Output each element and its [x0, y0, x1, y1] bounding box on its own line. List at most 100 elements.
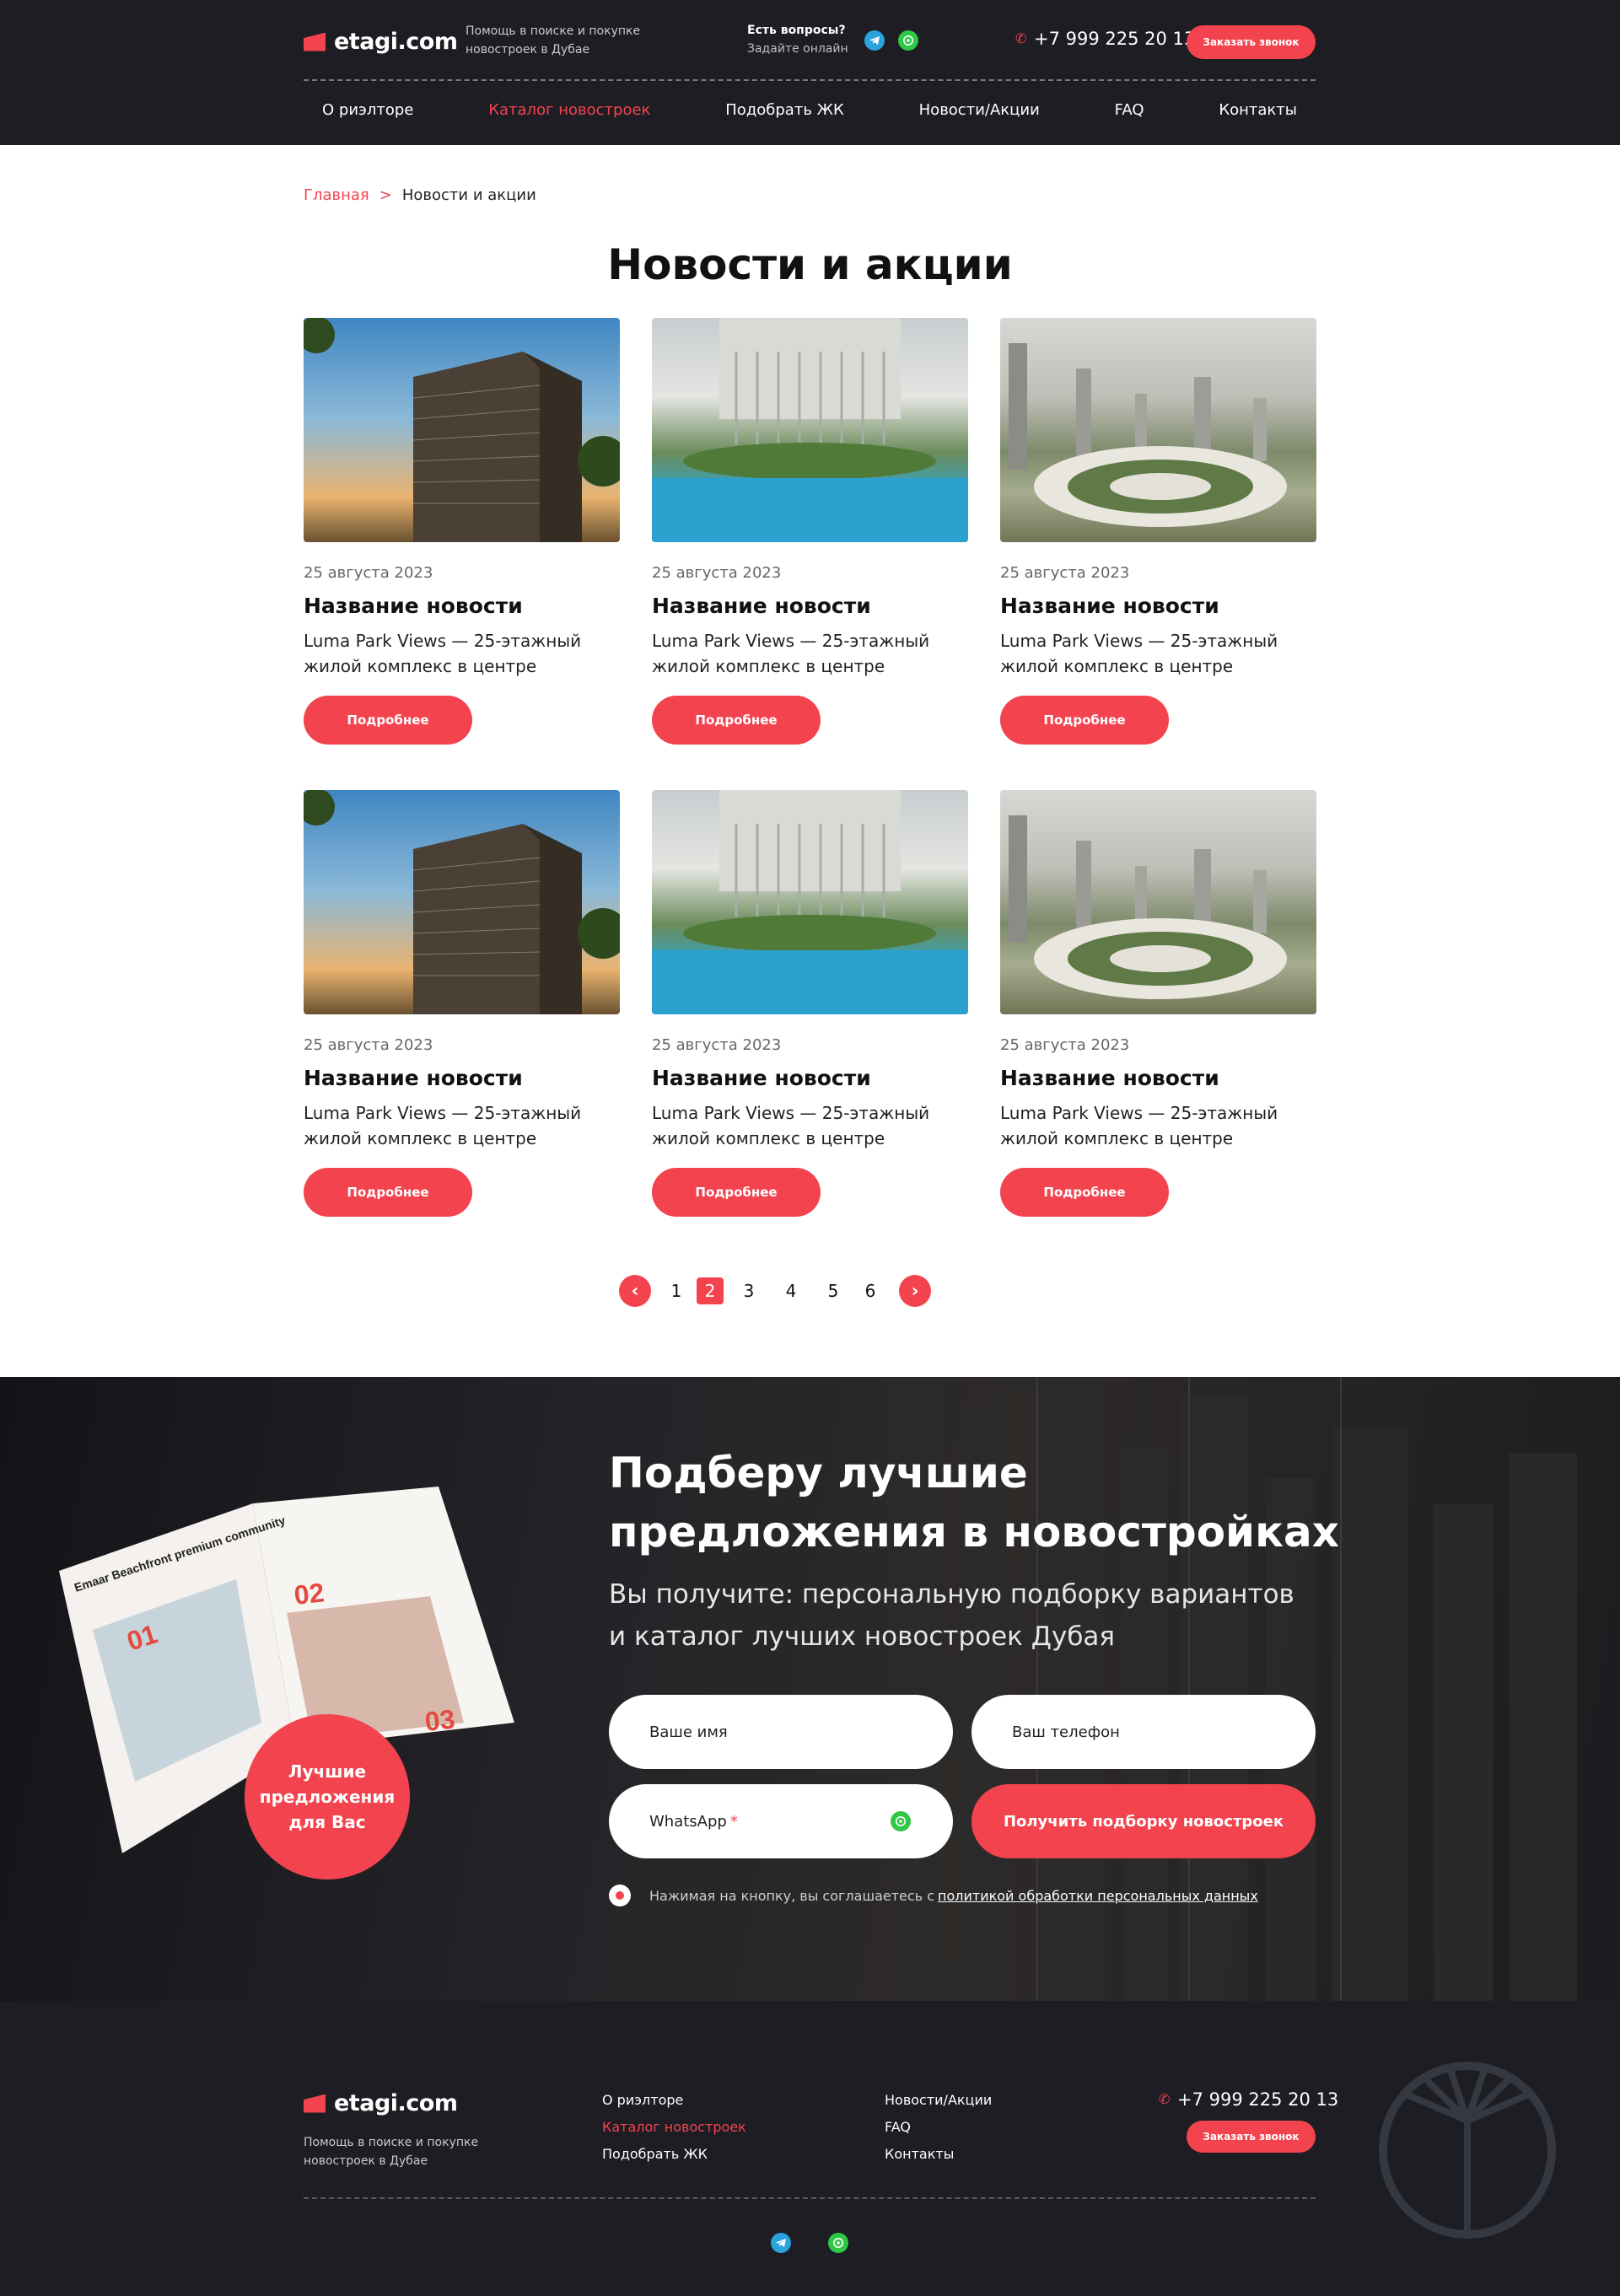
news-card: 25 августа 2023 Название новости Luma Pa… [304, 790, 620, 1217]
footer-link-news[interactable]: Новости/Акции [885, 2087, 992, 2114]
nav-item-faq[interactable]: FAQ [1115, 101, 1144, 119]
phone-number: +7 999 225 20 13 [1177, 2089, 1339, 2110]
footer-nav-col-1: О риэлторе Каталог новостроек Подобрать … [602, 2087, 746, 2168]
more-button[interactable]: Подробнее [304, 1168, 472, 1217]
footer-nav-col-2: Новости/Акции FAQ Контакты [885, 2087, 992, 2168]
tagline-line-2: новостроек в Дубае [304, 2154, 428, 2168]
news-date: 25 августа 2023 [652, 1036, 782, 1054]
nav-item-realtor[interactable]: О риэлторе [322, 101, 413, 119]
consent-radio[interactable] [609, 1885, 631, 1906]
breadcrumb-home[interactable]: Главная [304, 186, 369, 204]
footer-link-realtor[interactable]: О риэлторе [602, 2087, 746, 2114]
badge-line: для Вас [288, 1812, 366, 1832]
news-image[interactable] [304, 318, 620, 542]
tagline-line-2: новостроек в Дубае [466, 43, 590, 56]
nav-item-catalog[interactable]: Каталог новостроек [488, 101, 650, 119]
breadcrumb-current: Новости и акции [401, 186, 536, 204]
questions-subtitle: Задайте онлайн [747, 42, 848, 56]
news-desc-line: Luma Park Views — 25-этажный [652, 1103, 930, 1123]
news-image[interactable] [1000, 790, 1316, 1014]
questions-title: Есть вопросы? [747, 24, 846, 37]
news-title[interactable]: Название новости [1000, 1066, 1316, 1090]
get-selection-button[interactable]: Получить подборку новостроек [971, 1784, 1316, 1858]
news-card: 25 августа 2023 Название новости Luma Pa… [304, 318, 620, 745]
news-title[interactable]: Название новости [1000, 594, 1316, 618]
news-desc-line: Luma Park Views — 25-этажный [304, 1103, 582, 1123]
news-description: Luma Park Views — 25-этажный жилой компл… [652, 628, 968, 679]
whatsapp-icon[interactable] [898, 30, 918, 51]
footer-link-select[interactable]: Подобрать ЖК [602, 2141, 746, 2168]
news-desc-line: Luma Park Views — 25-этажный [304, 631, 582, 651]
news-image[interactable] [1000, 318, 1316, 542]
news-date: 25 августа 2023 [304, 564, 433, 582]
magazine-number: 02 [293, 1577, 326, 1610]
nav-item-select[interactable]: Подобрать ЖК [725, 101, 844, 119]
name-input[interactable]: Ваше имя [609, 1695, 953, 1769]
page-link-current[interactable]: 2 [697, 1277, 724, 1304]
news-image[interactable] [652, 318, 968, 542]
news-date: 25 августа 2023 [1000, 564, 1130, 582]
nav-item-news[interactable]: Новости/Акции [919, 101, 1040, 119]
more-button[interactable]: Подробнее [1000, 1168, 1169, 1217]
news-card: 25 августа 2023 Название новости Luma Pa… [1000, 318, 1316, 745]
whatsapp-placeholder: WhatsApp [649, 1812, 727, 1831]
news-title[interactable]: Название новости [652, 1066, 968, 1090]
more-button[interactable]: Подробнее [652, 1168, 821, 1217]
news-description: Luma Park Views — 25-этажный жилой компл… [304, 1100, 620, 1151]
more-button[interactable]: Подробнее [304, 696, 472, 745]
news-description: Luma Park Views — 25-этажный жилой компл… [652, 1100, 968, 1151]
page-link[interactable]: 5 [816, 1281, 850, 1301]
prev-page-button[interactable]: ‹ [619, 1275, 651, 1307]
footer-phone[interactable]: ✆ +7 999 225 20 13 [1159, 2089, 1338, 2110]
telegram-icon[interactable] [864, 30, 885, 51]
news-title[interactable]: Название новости [652, 594, 968, 618]
footer-link-contacts[interactable]: Контакты [885, 2141, 992, 2168]
news-title[interactable]: Название новости [304, 594, 620, 618]
news-title[interactable]: Название новости [304, 1066, 620, 1090]
header-divider [304, 79, 1316, 81]
telegram-icon[interactable] [771, 2233, 791, 2253]
news-card: 25 августа 2023 Название новости Luma Pa… [1000, 790, 1316, 1217]
footer-logo[interactable]: etagi.com [304, 2090, 458, 2116]
callback-button[interactable]: Заказать звонок [1187, 25, 1316, 59]
promo-title-line: Подберу лучшие [609, 1449, 1028, 1498]
footer-tagline: Помощь в поиске и покупке новостроек в Д… [304, 2133, 478, 2170]
footer-link-faq[interactable]: FAQ [885, 2114, 992, 2141]
news-desc-line: жилой комплекс в центре [1000, 1128, 1234, 1148]
news-desc-line: Luma Park Views — 25-этажный [1000, 631, 1278, 651]
news-date: 25 августа 2023 [1000, 1036, 1130, 1054]
page-link[interactable]: 3 [732, 1281, 766, 1301]
news-image[interactable] [304, 790, 620, 1014]
chevron-left-icon: ‹ [631, 1280, 639, 1302]
breadcrumb: Главная > Новости и акции [304, 186, 536, 204]
privacy-policy-link[interactable]: политикой обработки персональных данных [938, 1888, 1258, 1904]
promo-subtitle-line: Вы получите: персональную подборку вариа… [609, 1579, 1294, 1610]
whatsapp-input[interactable]: WhatsApp * [609, 1784, 953, 1858]
news-date: 25 августа 2023 [304, 1036, 433, 1054]
page-link[interactable]: 1 [659, 1281, 693, 1301]
phone-input[interactable]: Ваш телефон [971, 1695, 1316, 1769]
magazine-number: 03 [423, 1703, 456, 1737]
promo-subtitle: Вы получите: персональную подборку вариа… [609, 1573, 1294, 1658]
more-button[interactable]: Подробнее [652, 696, 821, 745]
tagline-line-1: Помощь в поиске и покупке [466, 24, 641, 38]
nav-item-contacts[interactable]: Контакты [1219, 101, 1297, 119]
tagline-line-1: Помощь в поиске и покупке [304, 2136, 479, 2149]
header-phone[interactable]: ✆ +7 999 225 20 13 [1015, 29, 1195, 49]
page-link[interactable]: 4 [774, 1281, 808, 1301]
whatsapp-icon[interactable] [828, 2233, 848, 2253]
page-link[interactable]: 6 [853, 1281, 887, 1301]
news-desc-line: жилой комплекс в центре [1000, 656, 1234, 676]
next-page-button[interactable]: › [899, 1275, 931, 1307]
header-tagline: Помощь в поиске и покупке новостроек в Д… [466, 22, 640, 59]
logo[interactable]: etagi.com [304, 29, 458, 55]
footer-callback-button[interactable]: Заказать звонок [1187, 2121, 1316, 2153]
phone-placeholder: Ваш телефон [1012, 1723, 1120, 1741]
news-image[interactable] [652, 790, 968, 1014]
more-button[interactable]: Подробнее [1000, 696, 1169, 745]
phone-icon: ✆ [1159, 2091, 1171, 2107]
badge-line: предложения [259, 1787, 396, 1807]
page: etagi.com Помощь в поиске и покупке ново… [0, 0, 1620, 2296]
news-date: 25 августа 2023 [652, 564, 782, 582]
footer-link-catalog[interactable]: Каталог новостроек [602, 2114, 746, 2141]
